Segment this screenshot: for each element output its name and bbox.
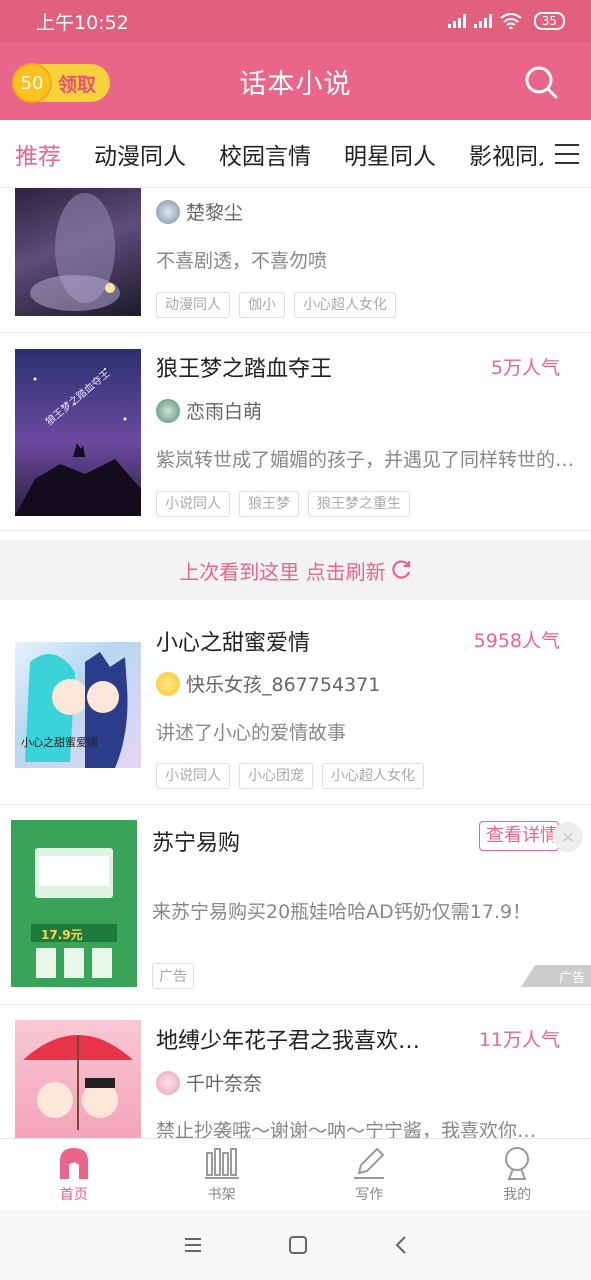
story-cover	[15, 188, 141, 316]
story-card[interactable]: 狼王梦之踏血夺王 狼王梦之踏血夺王 5万人气 恋雨白萌 紫岚转世成了媚媚的孩子，…	[0, 333, 591, 531]
story-description: 不喜剧透，不喜勿喷	[156, 250, 328, 272]
tab-celebrity-fanfic[interactable]: 明星同人	[344, 137, 436, 171]
ad-badge: 广告	[152, 963, 194, 989]
cover-title: 小心之甜蜜爱情	[21, 736, 98, 749]
ad-card[interactable]: 17.9元 苏宁易购 查看详情 ✕ 来苏宁易购买20瓶娃哈哈AD钙奶仅需17.9…	[0, 805, 591, 1005]
story-tag[interactable]: 小说同人	[156, 763, 230, 789]
bookshelf-icon	[204, 1148, 239, 1179]
close-icon[interactable]: ✕	[553, 822, 583, 852]
wifi-icon	[500, 13, 522, 29]
nav-profile[interactable]: 我的	[443, 1139, 591, 1210]
home-icon	[59, 1148, 88, 1179]
story-popularity: 5958人气	[473, 630, 560, 652]
story-card[interactable]: 地缚少年花子君之我喜欢你宁宁酱 11万人气 千叶奈奈 禁止抄袭哦～谢谢～呐～宁宁…	[0, 1005, 591, 1138]
signal-icon	[473, 14, 492, 28]
author-avatar	[156, 671, 180, 696]
profile-icon	[505, 1147, 530, 1180]
signal-icon	[447, 14, 466, 28]
refresh-icon	[391, 560, 410, 579]
story-feed: 楚黎尘 不喜剧透，不喜勿喷 动漫同人 伽小 小心超人女化 狼王梦之踏血夺王 狼王…	[0, 188, 591, 1138]
story-title: 地缚少年花子君之我喜欢你宁宁酱	[156, 1029, 441, 1054]
view-details-button[interactable]: 查看详情	[479, 821, 559, 851]
refresh-text: 上次看到这里 点击刷新	[179, 559, 386, 584]
refresh-banner[interactable]: 上次看到这里 点击刷新	[0, 540, 591, 600]
story-description: 紫岚转世成了媚媚的孩子，并遇见了同样转世的…	[156, 449, 575, 471]
ad-price: 17.9元	[41, 928, 83, 942]
story-cover: 狼王梦之踏血夺王	[15, 349, 141, 516]
author-avatar	[156, 1070, 180, 1095]
story-cover	[15, 1020, 141, 1138]
coin-icon: 50	[12, 63, 52, 103]
system-navigation-bar	[0, 1210, 591, 1280]
story-description: 讲述了小心的爱情故事	[156, 722, 347, 744]
author-avatar	[156, 398, 180, 423]
story-tag[interactable]: 小心超人女化	[294, 292, 396, 318]
story-tag[interactable]: 伽小	[239, 292, 285, 318]
story-author[interactable]: 恋雨白萌	[156, 397, 262, 424]
story-author[interactable]: 千叶奈奈	[156, 1069, 262, 1096]
ad-title: 苏宁易购	[152, 831, 241, 856]
story-popularity: 5万人气	[490, 357, 560, 379]
tab-anime-fanfic[interactable]: 动漫同人	[94, 137, 186, 171]
nav-bookshelf[interactable]: 书架	[148, 1139, 296, 1210]
nav-home[interactable]: 首页	[0, 1139, 148, 1210]
story-tag[interactable]: 小心超人女化	[322, 763, 424, 789]
menu-icon	[555, 144, 579, 164]
category-menu-button[interactable]	[543, 120, 591, 187]
story-tag[interactable]: 小心团宠	[239, 763, 313, 789]
story-tags: 动漫同人 伽小 小心超人女化	[156, 292, 396, 318]
story-author[interactable]: 快乐女孩_867754371	[156, 670, 380, 697]
status-bar: 上午10:52 35	[0, 0, 591, 42]
pencil-icon	[354, 1147, 385, 1179]
battery-indicator: 35	[533, 12, 565, 30]
home-button-icon[interactable]	[288, 1235, 308, 1255]
tab-recommend[interactable]: 推荐	[15, 137, 61, 187]
app-title: 话本小说	[239, 68, 352, 100]
tab-campus-romance[interactable]: 校园言情	[219, 137, 311, 171]
story-author[interactable]: 楚黎尘	[156, 198, 243, 225]
claim-coins-button[interactable]: 50 领取	[12, 63, 110, 103]
status-icons: 35	[447, 12, 565, 30]
bottom-navigation: 首页 书架 写作 我的	[0, 1138, 591, 1210]
story-cover: 小心之甜蜜爱情	[15, 642, 141, 768]
status-time: 上午10:52	[36, 11, 129, 34]
story-tag[interactable]: 小说同人	[156, 491, 230, 517]
search-icon[interactable]	[523, 64, 559, 100]
app-header: 50 领取 话本小说	[0, 42, 591, 120]
story-card[interactable]: 楚黎尘 不喜剧透，不喜勿喷 动漫同人 伽小 小心超人女化	[0, 188, 591, 333]
ad-image: 17.9元	[11, 820, 137, 987]
story-tags: 小说同人 狼王梦 狼王梦之重生	[156, 491, 410, 517]
category-tabs: 推荐 动漫同人 校园言情 明星同人 影视同人	[0, 120, 591, 188]
story-title: 狼王梦之踏血夺王	[156, 357, 333, 382]
story-tags: 小说同人 小心团宠 小心超人女化	[156, 763, 424, 789]
story-popularity: 11万人气	[478, 1029, 560, 1051]
story-title: 小心之甜蜜爱情	[156, 631, 311, 656]
story-tag[interactable]: 狼王梦之重生	[308, 491, 410, 517]
ad-mark: 广告	[521, 965, 591, 987]
story-description: 禁止抄袭哦～谢谢～呐～宁宁酱，我喜欢你…	[156, 1120, 537, 1138]
nav-write[interactable]: 写作	[296, 1139, 444, 1210]
story-tag[interactable]: 动漫同人	[156, 292, 230, 318]
story-card[interactable]: 小心之甜蜜爱情 小心之甜蜜爱情 5958人气 快乐女孩_867754371 讲述…	[0, 600, 591, 805]
recent-apps-icon[interactable]	[183, 1236, 203, 1254]
back-icon[interactable]	[393, 1235, 409, 1255]
claim-label: 领取	[58, 73, 97, 96]
author-avatar	[156, 199, 180, 224]
ad-description: 来苏宁易购买20瓶娃哈哈AD钙奶仅需17.9！	[152, 901, 532, 923]
story-tag[interactable]: 狼王梦	[239, 491, 299, 517]
